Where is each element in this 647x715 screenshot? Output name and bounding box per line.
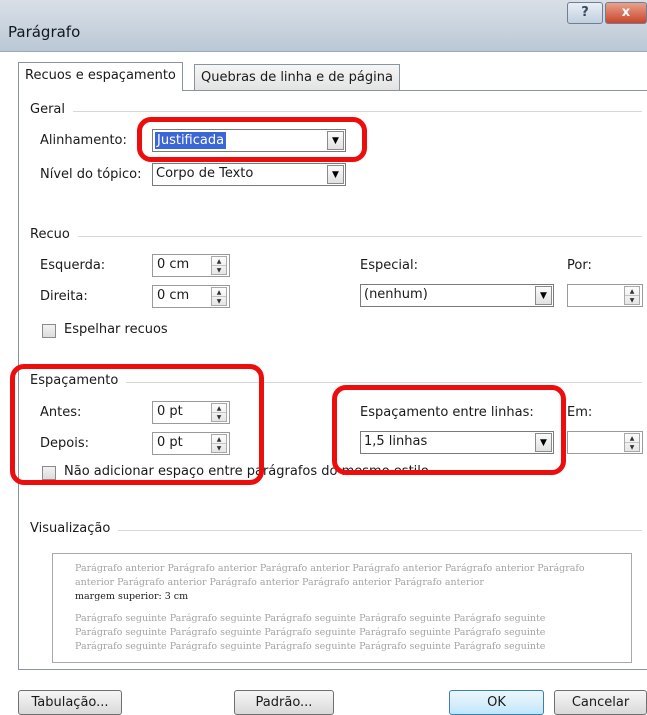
spin-up-icon[interactable]: ▲ xyxy=(212,288,226,297)
preview-anterior-line: anterior Parágrafo anterior Parágrafo an… xyxy=(75,577,484,588)
spin-down-icon[interactable]: ▼ xyxy=(212,297,226,306)
nao-adicionar-espaco-label: Não adicionar espaço entre parágrafos do… xyxy=(64,464,429,479)
nao-adicionar-espaco-checkbox[interactable] xyxy=(42,466,56,480)
em-label: Em: xyxy=(567,405,593,420)
spin-down-icon[interactable]: ▼ xyxy=(212,444,226,453)
especial-select[interactable]: (nenhum) ▼ xyxy=(360,284,554,307)
spin-down-icon[interactable]: ▼ xyxy=(625,443,639,452)
chevron-down-icon[interactable]: ▼ xyxy=(535,433,552,452)
antes-input[interactable]: 0 pt ▲ ▼ xyxy=(152,401,230,424)
section-geral-heading: Geral xyxy=(30,102,73,117)
esquerda-label: Esquerda: xyxy=(40,258,106,273)
spin-arrows[interactable]: ▲ ▼ xyxy=(211,256,227,275)
tabulacao-button[interactable]: Tabulação... xyxy=(18,690,122,715)
spin-down-icon[interactable]: ▼ xyxy=(625,296,639,305)
spin-up-icon[interactable]: ▲ xyxy=(625,287,639,296)
close-icon: x xyxy=(621,5,631,20)
depois-input[interactable]: 0 pt ▲ ▼ xyxy=(152,432,230,455)
direita-value: 0 cm xyxy=(157,288,190,303)
espacamento-entre-linhas-value: 1,5 linhas xyxy=(364,434,428,449)
alinhamento-select[interactable]: Justificada ▼ xyxy=(152,129,346,152)
ok-button[interactable]: OK xyxy=(449,690,544,715)
close-button[interactable]: x xyxy=(605,2,647,24)
direita-input[interactable]: 0 cm ▲ ▼ xyxy=(152,285,230,308)
especial-label: Especial: xyxy=(360,258,418,273)
preview-seguinte-line: Parágrafo seguinte Parágrafo seguinte Pa… xyxy=(75,641,546,652)
spin-up-icon[interactable]: ▲ xyxy=(212,435,226,444)
padrao-button[interactable]: Padrão... xyxy=(234,690,334,715)
alinhamento-value: Justificada xyxy=(155,132,227,149)
nivel-topico-label: Nível do tópico: xyxy=(40,167,142,182)
espacamento-entre-linhas-label: Espaçamento entre linhas: xyxy=(360,405,534,420)
cancelar-button[interactable]: Cancelar xyxy=(554,690,647,715)
chevron-down-icon[interactable]: ▼ xyxy=(327,165,344,184)
tab-recuos-espacamento[interactable]: Recuos e espaçamento xyxy=(18,62,183,91)
espacamento-entre-linhas-select[interactable]: 1,5 linhas ▼ xyxy=(360,431,554,454)
section-espacamento: Espaçamento xyxy=(30,373,642,389)
help-button[interactable]: ? xyxy=(567,2,603,24)
antes-value: 0 pt xyxy=(157,404,183,419)
section-espacamento-heading: Espaçamento xyxy=(30,373,127,388)
section-visualizacao: Visualização xyxy=(30,521,642,537)
section-recuo: Recuo xyxy=(30,227,642,243)
alinhamento-label: Alinhamento: xyxy=(40,133,127,148)
especial-value: (nenhum) xyxy=(364,287,428,302)
spin-down-icon[interactable]: ▼ xyxy=(212,413,226,422)
tab-quebras-linha-pagina[interactable]: Quebras de linha e de página xyxy=(194,64,400,90)
preview-box: Parágrafo anterior Parágrafo anterior Pa… xyxy=(52,553,632,663)
nivel-topico-value: Corpo de Texto xyxy=(156,166,254,181)
title-bar xyxy=(0,0,647,52)
por-label: Por: xyxy=(567,258,592,273)
spin-down-icon[interactable]: ▼ xyxy=(212,266,226,275)
direita-label: Direita: xyxy=(40,289,88,304)
em-input[interactable]: ▲ ▼ xyxy=(567,431,643,454)
spin-up-icon[interactable]: ▲ xyxy=(212,257,226,266)
spin-up-icon[interactable]: ▲ xyxy=(212,404,226,413)
preview-seguinte-line: Parágrafo seguinte Parágrafo seguinte Pa… xyxy=(75,613,546,624)
preview-current-paragraph: margem superior: 3 cm xyxy=(75,591,189,602)
section-visualizacao-heading: Visualização xyxy=(30,521,119,536)
section-recuo-heading: Recuo xyxy=(30,227,78,242)
espelhar-recuos-label: Espelhar recuos xyxy=(64,322,168,337)
help-icon: ? xyxy=(581,5,589,20)
spin-arrows[interactable]: ▲ ▼ xyxy=(211,287,227,306)
esquerda-input[interactable]: 0 cm ▲ ▼ xyxy=(152,254,230,277)
nivel-topico-select[interactable]: Corpo de Texto ▼ xyxy=(152,163,346,186)
depois-value: 0 pt xyxy=(157,435,183,450)
esquerda-value: 0 cm xyxy=(157,257,190,272)
antes-label: Antes: xyxy=(40,405,82,420)
preview-seguinte-line: Parágrafo seguinte Parágrafo seguinte Pa… xyxy=(75,627,546,638)
preview-anterior-line: Parágrafo anterior Parágrafo anterior Pa… xyxy=(75,563,585,574)
spin-arrows[interactable]: ▲ ▼ xyxy=(624,433,640,452)
spin-up-icon[interactable]: ▲ xyxy=(625,434,639,443)
dialog-title: Parágrafo xyxy=(8,23,81,41)
section-geral: Geral xyxy=(30,102,642,118)
spin-arrows[interactable]: ▲ ▼ xyxy=(211,403,227,422)
spin-arrows[interactable]: ▲ ▼ xyxy=(211,434,227,453)
chevron-down-icon[interactable]: ▼ xyxy=(535,286,552,305)
chevron-down-icon[interactable]: ▼ xyxy=(327,131,344,150)
depois-label: Depois: xyxy=(40,436,89,451)
spin-arrows[interactable]: ▲ ▼ xyxy=(624,286,640,305)
por-input[interactable]: ▲ ▼ xyxy=(567,284,643,307)
espelhar-recuos-checkbox[interactable] xyxy=(42,324,56,338)
